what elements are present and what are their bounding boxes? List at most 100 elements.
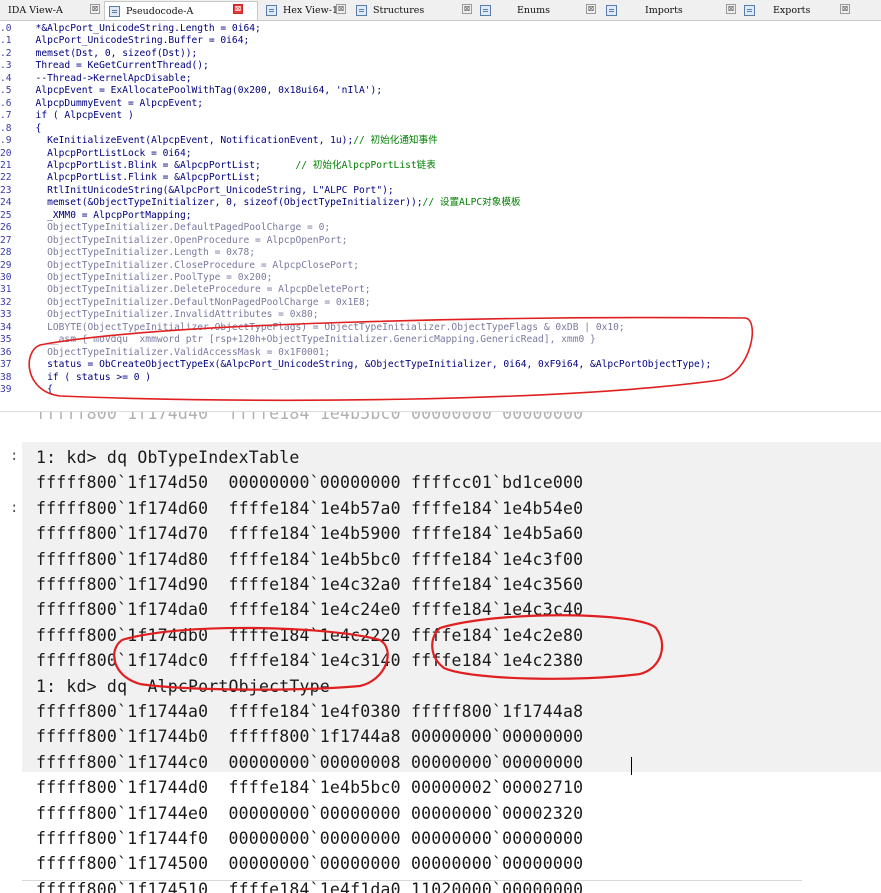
- line-number: 31: [0, 284, 12, 296]
- code-text: {: [24, 384, 53, 396]
- pseudocode-line[interactable]: 29 ObjectTypeInitializer.CloseProcedure …: [0, 260, 881, 272]
- tab-imports[interactable]: Imports ⊠: [606, 2, 736, 18]
- line-number: .0: [0, 23, 12, 34]
- tab-pseudocode-a[interactable]: Pseudocode-A ⊠: [104, 1, 258, 20]
- tab-hex-view-1[interactable]: Hex View-1 ⊠: [266, 2, 346, 18]
- tab-enums[interactable]: Enums ⊠: [480, 2, 596, 18]
- pseudocode-line[interactable]: 38 if ( status >= 0 ): [0, 372, 881, 384]
- close-icon[interactable]: ⊠: [336, 4, 346, 14]
- pseudocode-line[interactable]: 37 status = ObCreateObjectTypeEx(&AlpcPo…: [0, 359, 881, 371]
- line-number: 35: [0, 334, 12, 346]
- code-statement: if ( status >= 0 ): [24, 371, 152, 383]
- line-number: 37: [0, 359, 12, 371]
- pseudocode-line[interactable]: 27 ObjectTypeInitializer.OpenProcedure =…: [0, 235, 881, 247]
- line-number: 29: [0, 259, 12, 271]
- pseudocode-line[interactable]: .4 --Thread->KernelApcDisable;: [0, 73, 881, 85]
- code-text: AlpcpPortList.Flink = &AlpcpPortList;: [24, 172, 261, 184]
- code-statement: if ( AlpcpEvent ): [24, 110, 134, 122]
- pseudocode-line[interactable]: 31 ObjectTypeInitializer.DeleteProcedure…: [0, 284, 881, 296]
- pseudocode-line[interactable]: .1 AlpcPort_UnicodeString.Buffer = 0i64;: [0, 35, 881, 47]
- debugger-output-line: fffff800`1f174500 00000000`00000000 0000…: [36, 854, 584, 874]
- code-text: __asm { movdqu xmmword ptr [rsp+120h+Obj…: [24, 334, 596, 346]
- pseudocode-line[interactable]: 24 memset(&ObjectTypeInitializer, 0, siz…: [0, 197, 881, 209]
- pseudocode-line[interactable]: 20 AlpcpPortListLock = 0i64;: [0, 148, 881, 160]
- pseudocode-line[interactable]: 34 LOBYTE(ObjectTypeInitializer.ObjectTy…: [0, 322, 881, 334]
- line-number: 22: [0, 172, 12, 184]
- close-icon[interactable]: ⊠: [840, 4, 850, 14]
- code-text: AlpcpPortList.Blink = &AlpcpPortList; //…: [24, 160, 436, 172]
- structures-icon: [356, 4, 367, 16]
- code-statement: ObjectTypeInitializer.DefaultPagedPoolCh…: [24, 222, 331, 234]
- code-statement: Thread = KeGetCurrentThread();: [24, 60, 209, 72]
- code-text: {: [24, 123, 42, 135]
- enums-icon: [480, 4, 491, 16]
- debugger-output-line: fffff800`1f1744f0 00000000`00000000 0000…: [36, 829, 584, 848]
- line-number: 33: [0, 309, 12, 321]
- imports-icon: [606, 4, 617, 16]
- pseudocode-line[interactable]: 32 ObjectTypeInitializer.DefaultNonPaged…: [0, 297, 881, 309]
- code-statement: ObjectTypeInitializer.DeleteProcedure = …: [24, 284, 371, 296]
- pseudocode-line[interactable]: 28 ObjectTypeInitializer.Length = 0x78;: [0, 247, 881, 259]
- pseudocode-line[interactable]: .2 memset(Dst, 0, sizeof(Dst));: [0, 48, 881, 60]
- code-text: Thread = KeGetCurrentThread();: [24, 60, 209, 72]
- pseudocode-line[interactable]: .6 AlpcpDummyEvent = AlpcpEvent;: [0, 98, 881, 110]
- debugger-output-line: fffff800`1f1744e0 00000000`00000000 0000…: [36, 803, 584, 823]
- debugger-output-line: fffff800`1f174da0 ffffe184`1e4c24e0 ffff…: [36, 600, 584, 620]
- pseudocode-line[interactable]: 23 RtlInitUnicodeString(&AlpcPort_Unicod…: [0, 185, 881, 197]
- code-statement: ObjectTypeInitializer.CloseProcedure = A…: [24, 259, 360, 271]
- code-statement: RtlInitUnicodeString(&AlpcPort_UnicodeSt…: [24, 184, 394, 196]
- code-text: AlpcpEvent = ExAllocatePoolWithTag(0x200…: [24, 85, 383, 97]
- line-number: .8: [0, 122, 12, 134]
- code-statement: ObjectTypeInitializer.DefaultNonPagedPoo…: [24, 296, 371, 308]
- windbg-command-output[interactable]: : : fffff800`1f174d40 ffffe184`1e4b5bc0 …: [0, 412, 881, 893]
- close-icon[interactable]: ⊠: [586, 4, 596, 14]
- pseudocode-line[interactable]: 30 ObjectTypeInitializer.PoolType = 0x20…: [0, 272, 881, 284]
- tab-ida-view-a[interactable]: IDA View-A ⊠: [8, 2, 100, 18]
- debugger-output-line: fffff800`1f1744a0 ffffe184`1e4f0380 ffff…: [36, 702, 584, 721]
- line-number: 24: [0, 197, 12, 209]
- pseudocode-view[interactable]: .0 *&AlpcPort_UnicodeString.Length = 0i6…: [0, 21, 881, 412]
- pseudocode-icon: [109, 5, 120, 17]
- close-icon[interactable]: ⊠: [726, 4, 736, 14]
- pseudocode-line[interactable]: 36 ObjectTypeInitializer.ValidAccessMask…: [0, 347, 881, 359]
- code-statement: KeInitializeEvent(AlpcpEvent, Notificati…: [24, 135, 354, 147]
- code-text: ObjectTypeInitializer.PoolType = 0x200;: [24, 272, 272, 284]
- tab-exports[interactable]: Exports ⊠: [744, 2, 850, 18]
- close-icon[interactable]: ⊠: [90, 4, 100, 14]
- code-statement: AlpcpPortList.Flink = &AlpcpPortList;: [24, 172, 261, 184]
- debugger-output-line: fffff800`1f174510 ffffe184`1e4f1da0 1102…: [36, 879, 584, 893]
- line-number: 20: [0, 147, 12, 159]
- pseudocode-line[interactable]: 26 ObjectTypeInitializer.DefaultPagedPoo…: [0, 222, 881, 234]
- code-text: ObjectTypeInitializer.Length = 0x78;: [24, 247, 255, 259]
- pseudocode-line[interactable]: 33 ObjectTypeInitializer.InvalidAttribut…: [0, 309, 881, 321]
- pseudocode-line[interactable]: 25 _XMM0 = AlpcpPortMapping;: [0, 210, 881, 222]
- close-icon[interactable]: ⊠: [462, 4, 472, 14]
- code-text: ObjectTypeInitializer.InvalidAttributes …: [24, 309, 318, 321]
- line-number: .9: [0, 135, 12, 147]
- text-caret: [631, 757, 632, 775]
- code-text: ObjectTypeInitializer.ValidAccessMask = …: [24, 347, 330, 359]
- tab-label: Exports: [773, 4, 811, 16]
- debugger-output-line: fffff800`1f174d70 ffffe184`1e4b5900 ffff…: [36, 524, 584, 544]
- pseudocode-line[interactable]: .8 {: [0, 123, 881, 135]
- pseudocode-line[interactable]: 22 AlpcpPortList.Flink = &AlpcpPortList;: [0, 172, 881, 184]
- pseudocode-line[interactable]: 21 AlpcpPortList.Blink = &AlpcpPortList;…: [0, 160, 881, 172]
- pseudocode-line[interactable]: 35 __asm { movdqu xmmword ptr [rsp+120h+…: [0, 334, 881, 346]
- pseudocode-line[interactable]: 39 {: [0, 384, 881, 396]
- line-number: .5: [0, 85, 12, 97]
- hex-icon: [266, 4, 277, 16]
- pseudocode-line[interactable]: .7 if ( AlpcpEvent ): [0, 110, 881, 122]
- line-number: 27: [0, 234, 12, 246]
- tab-structures[interactable]: Structures ⊠: [356, 2, 472, 18]
- tab-label: Pseudocode-A: [126, 5, 194, 17]
- line-number: .1: [0, 35, 12, 47]
- code-text: memset(Dst, 0, sizeof(Dst));: [24, 48, 198, 60]
- code-statement: AlpcPort_UnicodeString.Buffer = 0i64;: [24, 35, 250, 47]
- code-text: LOBYTE(ObjectTypeInitializer.ObjectTypeF…: [24, 322, 625, 334]
- pseudocode-line[interactable]: .3 Thread = KeGetCurrentThread();: [0, 60, 881, 72]
- pseudocode-line[interactable]: .9 KeInitializeEvent(AlpcpEvent, Notific…: [0, 135, 881, 147]
- close-icon[interactable]: ⊠: [233, 4, 243, 14]
- pseudocode-line[interactable]: .5 AlpcpEvent = ExAllocatePoolWithTag(0x…: [0, 85, 881, 97]
- pseudocode-line[interactable]: .0 *&AlpcPort_UnicodeString.Length = 0i6…: [0, 23, 881, 35]
- line-number: 26: [0, 222, 12, 234]
